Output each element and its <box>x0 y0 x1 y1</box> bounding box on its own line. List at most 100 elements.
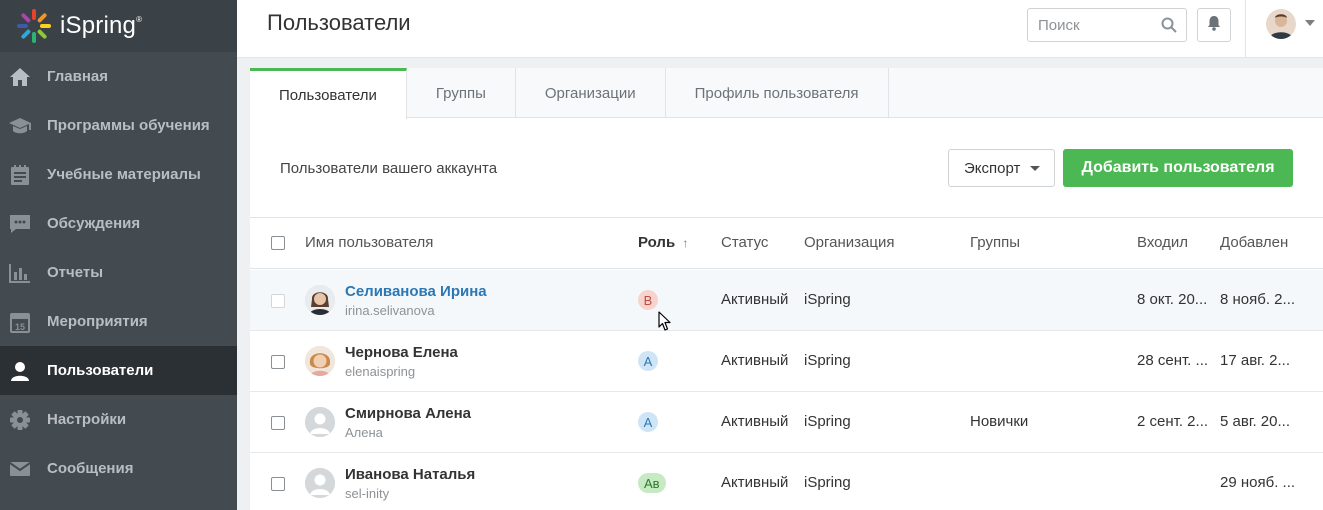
last-login-cell: 8 окт. 20... <box>1137 291 1208 308</box>
avatar <box>305 346 335 376</box>
avatar-placeholder-icon <box>305 407 335 437</box>
users-panel: Пользователи Группы Организации Профиль … <box>250 68 1323 510</box>
avatar <box>305 285 335 315</box>
sidebar-item-label: Отчеты <box>47 264 104 281</box>
column-header-name[interactable]: Имя пользователя <box>305 234 433 251</box>
bar-chart-icon <box>8 261 32 285</box>
sort-ascending-icon: ↑ <box>682 236 689 250</box>
sidebar-item-label: Пользователи <box>47 362 154 379</box>
added-cell: 8 нояб. 2... <box>1220 291 1296 308</box>
materials-icon <box>8 163 32 187</box>
select-all-checkbox[interactable] <box>271 236 285 250</box>
organization-cell: iSpring <box>804 291 851 308</box>
row-checkbox[interactable] <box>271 477 285 491</box>
ispring-logo-icon <box>17 9 51 43</box>
user-login: elenaispring <box>345 364 416 379</box>
sidebar-item-label: Главная <box>47 68 109 85</box>
last-login-cell: 28 сент. ... <box>1137 352 1209 369</box>
notifications-button[interactable] <box>1197 8 1231 42</box>
chevron-down-icon[interactable] <box>1305 20 1315 26</box>
page-title: Пользователи <box>267 10 411 35</box>
sidebar-item-reports[interactable]: Отчеты <box>0 248 237 297</box>
status-cell: Активный <box>721 474 789 491</box>
column-header-status[interactable]: Статус <box>721 234 768 251</box>
tab-organizations[interactable]: Организации <box>516 68 666 118</box>
sidebar-item-events[interactable]: 15 Мероприятия <box>0 297 237 346</box>
calendar-icon: 15 <box>8 310 32 334</box>
column-header-groups[interactable]: Группы <box>970 234 1020 251</box>
header-divider <box>1245 0 1246 57</box>
sidebar-item-label: Мероприятия <box>47 313 148 330</box>
sidebar-item-home[interactable]: Главная <box>0 52 237 101</box>
table-row[interactable]: Чернова Елена elenaispring А Активный iS… <box>250 331 1323 392</box>
user-login: irina.selivanova <box>345 303 435 318</box>
top-header: Пользователи <box>237 0 1323 58</box>
search-icon[interactable] <box>1161 17 1177 38</box>
row-checkbox[interactable] <box>271 294 285 308</box>
sidebar-item-label: Учебные материалы <box>47 166 201 183</box>
column-header-last-login[interactable]: Входил <box>1137 234 1188 251</box>
organization-cell: iSpring <box>804 352 851 369</box>
logo-text: iSpring <box>60 12 137 39</box>
last-login-cell: 2 сент. 2... <box>1137 413 1209 430</box>
sidebar-item-programs[interactable]: Программы обучения <box>0 101 237 150</box>
sidebar: iSpring ® Главная Программы обучения Уче… <box>0 0 237 510</box>
row-checkbox[interactable] <box>271 416 285 430</box>
sidebar-item-discussions[interactable]: Обсуждения <box>0 199 237 248</box>
caret-down-icon <box>1030 166 1040 171</box>
organization-cell: iSpring <box>804 413 851 430</box>
trademark-mark: ® <box>136 14 143 24</box>
added-cell: 29 нояб. ... <box>1220 474 1296 491</box>
user-login: sel-inity <box>345 486 390 501</box>
table-row[interactable]: Иванова Наталья sel-inity Ав Активный iS… <box>250 453 1323 510</box>
user-login: Алена <box>345 425 383 440</box>
column-header-role[interactable]: Роль ↑ <box>638 234 688 251</box>
gear-icon <box>8 408 32 432</box>
sidebar-item-settings[interactable]: Настройки <box>0 395 237 444</box>
add-user-button[interactable]: Добавить пользователя <box>1063 149 1293 187</box>
table-row[interactable]: Смирнова Алена Алена А Активный iSpring … <box>250 392 1323 453</box>
role-badge: А <box>638 412 658 432</box>
column-header-added[interactable]: Добавлен <box>1220 234 1288 251</box>
search-input[interactable] <box>1038 16 1148 34</box>
avatar-placeholder-icon <box>305 468 335 498</box>
sidebar-item-materials[interactable]: Учебные материалы <box>0 150 237 199</box>
search-box[interactable] <box>1027 8 1187 42</box>
sidebar-item-messages[interactable]: Сообщения <box>0 444 237 493</box>
user-name[interactable]: Иванова Наталья <box>345 466 475 483</box>
user-name[interactable]: Чернова Елена <box>345 344 458 361</box>
chat-icon <box>8 212 32 236</box>
added-cell: 17 авг. 2... <box>1220 352 1290 369</box>
table-row[interactable]: Селиванова Ирина irina.selivanova В Акти… <box>250 270 1323 331</box>
mouse-cursor-icon <box>658 311 672 337</box>
logo[interactable]: iSpring ® <box>0 0 237 52</box>
row-checkbox[interactable] <box>271 355 285 369</box>
column-header-role-label: Роль <box>638 234 676 251</box>
role-badge: Ав <box>638 473 666 493</box>
table-header: Имя пользователя Роль ↑ Статус Организац… <box>250 217 1323 269</box>
groups-cell: Новички <box>970 413 1029 430</box>
column-header-organization[interactable]: Организация <box>804 234 894 251</box>
added-cell: 5 авг. 20... <box>1220 413 1290 430</box>
svg-text:15: 15 <box>15 322 25 332</box>
tab-users[interactable]: Пользователи <box>250 68 407 119</box>
sidebar-item-users[interactable]: Пользователи <box>0 346 237 395</box>
organization-cell: iSpring <box>804 474 851 491</box>
tab-user-profile[interactable]: Профиль пользователя <box>666 68 889 118</box>
sidebar-nav: Главная Программы обучения Учебные матер… <box>0 52 237 493</box>
user-name-link[interactable]: Селиванова Ирина <box>345 283 487 300</box>
status-cell: Активный <box>721 413 789 430</box>
sidebar-item-label: Обсуждения <box>47 215 141 232</box>
export-button[interactable]: Экспорт <box>948 149 1055 187</box>
user-avatar[interactable] <box>1266 9 1296 39</box>
tab-groups[interactable]: Группы <box>407 68 516 118</box>
status-cell: Активный <box>721 291 789 308</box>
graduation-cap-icon <box>8 114 32 138</box>
status-cell: Активный <box>721 352 789 369</box>
mail-icon <box>8 457 32 481</box>
user-icon <box>8 359 32 383</box>
user-name[interactable]: Смирнова Алена <box>345 405 471 422</box>
tabs: Пользователи Группы Организации Профиль … <box>250 68 1323 119</box>
section-subtitle: Пользователи вашего аккаунта <box>280 160 498 177</box>
export-button-label: Экспорт <box>964 159 1021 177</box>
